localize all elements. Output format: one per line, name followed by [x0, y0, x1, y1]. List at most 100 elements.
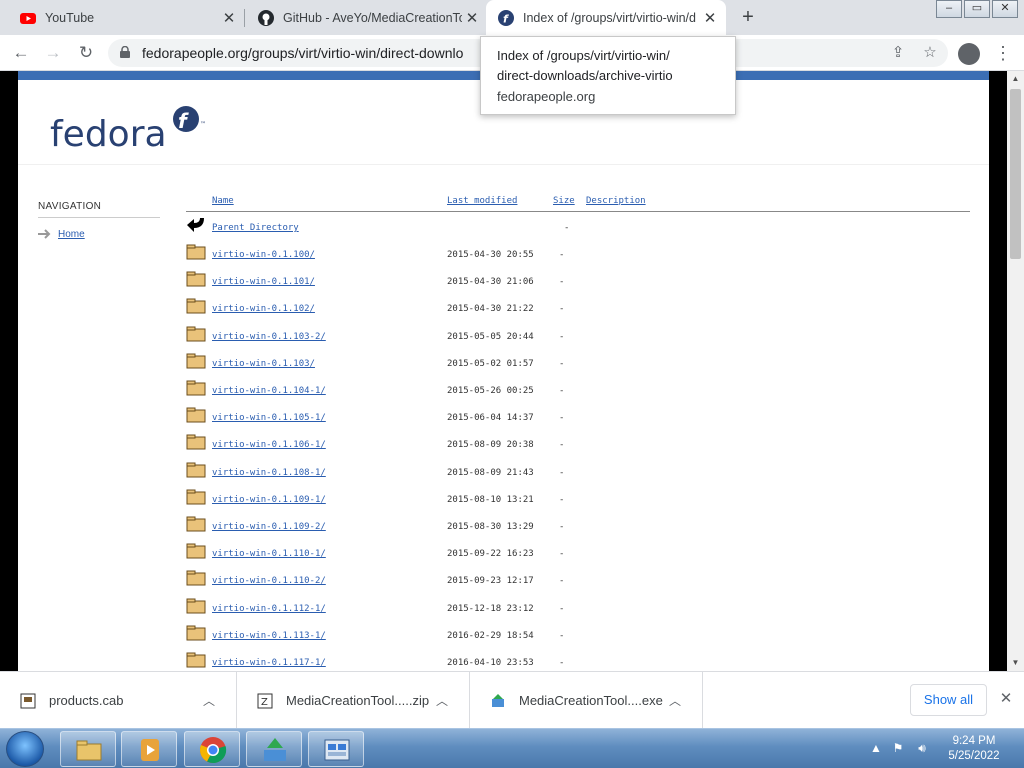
last-modified: 2015-06-04 14:37 — [447, 413, 534, 424]
taskbar-clock[interactable]: 9:24 PM 5/25/2022 — [934, 734, 1014, 764]
folder-icon — [186, 625, 206, 641]
column-last-modified[interactable]: Last modified — [447, 196, 517, 206]
folder-link[interactable]: virtio-win-0.1.105-1/ — [212, 413, 326, 423]
table-row: virtio-win-0.1.112-1/2015-12-18 23:12 - — [186, 597, 970, 624]
folder-link[interactable]: virtio-win-0.1.110-1/ — [212, 549, 326, 559]
last-modified: 2015-08-09 21:43 — [447, 467, 534, 478]
last-modified: 2015-05-26 00:25 — [447, 386, 534, 396]
folder-link[interactable]: virtio-win-0.1.110-2/ — [212, 576, 326, 586]
nav-item-home[interactable]: Home — [38, 228, 160, 240]
close-tab-icon[interactable]: ✕ — [700, 9, 720, 27]
close-window-button[interactable]: ✕ — [992, 0, 1018, 18]
chevron-up-icon[interactable]: ︿ — [433, 692, 451, 709]
url-text[interactable]: fedorapeople.org/groups/virt/virtio-win/… — [142, 45, 492, 61]
taskbar-explorer[interactable] — [60, 731, 116, 767]
folder-link[interactable]: virtio-win-0.1.101/ — [212, 277, 315, 287]
maximize-button[interactable]: ▭ — [964, 0, 990, 18]
taskbar-installer[interactable] — [246, 731, 302, 767]
close-tab-icon[interactable]: ✕ — [219, 9, 239, 27]
folder-icon — [186, 570, 206, 586]
vertical-scrollbar[interactable]: ▲ ▼ — [1007, 71, 1024, 671]
table-row: virtio-win-0.1.101/2015-04-30 21:06 - — [186, 270, 970, 297]
clock-date: 5/25/2022 — [948, 750, 1000, 762]
listing-header: Name Last modified Size Description — [186, 196, 970, 212]
folder-link[interactable]: virtio-win-0.1.109-1/ — [212, 495, 326, 505]
taskbar-control-panel[interactable] — [308, 731, 364, 767]
zip-file-icon: Z — [257, 693, 273, 708]
last-modified: 2015-08-10 13:21 — [447, 494, 534, 505]
file-size: - — [559, 304, 565, 315]
folder-link[interactable]: virtio-win-0.1.112-1/ — [212, 604, 326, 614]
taskbar-media-player[interactable] — [121, 731, 177, 767]
folder-icon — [186, 271, 206, 287]
taskbar-chrome[interactable] — [184, 731, 240, 767]
last-modified: 2015-12-18 23:12 — [447, 603, 534, 614]
lock-icon — [120, 46, 130, 58]
parent-size: - — [564, 223, 570, 233]
last-modified: 2015-04-30 21:22 — [447, 304, 534, 315]
tab-github[interactable]: GitHub - AveYo/MediaCreationTo ✕ — [238, 0, 488, 35]
folder-link[interactable]: virtio-win-0.1.102/ — [212, 304, 315, 314]
scrollbar-thumb[interactable] — [1010, 89, 1021, 259]
home-link[interactable]: Home — [58, 229, 85, 240]
folder-link[interactable]: virtio-win-0.1.103/ — [212, 359, 315, 369]
download-item-exe[interactable]: MediaCreationTool....exe ︿ — [470, 672, 703, 729]
file-size: - — [559, 522, 565, 532]
download-item-zip[interactable]: Z MediaCreationTool.....zip ︿ — [237, 672, 470, 729]
chevron-up-icon[interactable]: ︿ — [200, 692, 218, 709]
folder-icon — [186, 462, 206, 478]
volume-icon[interactable]: 🔊︎ — [914, 740, 930, 756]
show-all-button[interactable]: Show all — [910, 684, 987, 716]
download-filename: MediaCreationTool....exe — [519, 693, 663, 708]
reload-button[interactable]: ↻ — [74, 41, 98, 65]
media-player-icon — [141, 739, 159, 761]
tab-title: GitHub - AveYo/MediaCreationTo — [283, 10, 462, 25]
forward-button[interactable]: → — [41, 41, 65, 65]
svg-text:™: ™ — [200, 121, 206, 128]
last-modified: 2015-09-23 12:17 — [447, 576, 534, 587]
folder-link[interactable]: virtio-win-0.1.117-1/ — [212, 658, 326, 668]
table-row: virtio-win-0.1.110-1/2015-09-22 16:23 - — [186, 542, 970, 569]
profile-avatar-icon[interactable] — [958, 43, 980, 65]
tab-youtube[interactable]: YouTube ✕ — [0, 0, 245, 35]
scroll-down-icon[interactable]: ▼ — [1011, 658, 1020, 667]
tab-hover-tooltip: Index of /groups/virt/virtio-win/ direct… — [480, 36, 736, 115]
download-item-products-cab[interactable]: products.cab ︿ — [0, 672, 237, 729]
folder-link[interactable]: virtio-win-0.1.103-2/ — [212, 332, 326, 342]
folder-link[interactable]: virtio-win-0.1.108-1/ — [212, 468, 326, 478]
last-modified: 2015-04-30 20:55 — [447, 250, 534, 260]
download-bar: products.cab ︿ Z MediaCreationTool.....z… — [0, 671, 1024, 729]
folder-link[interactable]: virtio-win-0.1.109-2/ — [212, 522, 326, 532]
folder-icon — [186, 598, 206, 614]
navigation-heading: NAVIGATION — [38, 201, 160, 218]
last-modified: 2015-08-09 20:38 — [447, 440, 534, 451]
chevron-up-icon[interactable]: ︿ — [666, 692, 684, 709]
bookmark-star-icon[interactable]: ☆ — [920, 43, 940, 63]
close-tab-icon[interactable]: ✕ — [462, 9, 482, 27]
file-size: - — [559, 603, 565, 614]
column-size[interactable]: Size — [553, 196, 575, 206]
parent-directory-link[interactable]: Parent Directory — [212, 223, 299, 233]
minimize-button[interactable]: – — [936, 0, 962, 18]
fedora-logo[interactable]: fedora f ™ — [50, 106, 210, 171]
fedora-icon: f — [498, 9, 514, 26]
scroll-up-icon[interactable]: ▲ — [1011, 74, 1020, 83]
cab-file-icon — [20, 693, 36, 708]
folder-link[interactable]: virtio-win-0.1.113-1/ — [212, 631, 326, 641]
folder-link[interactable]: virtio-win-0.1.100/ — [212, 250, 315, 260]
back-button[interactable]: ← — [9, 41, 33, 65]
folder-link[interactable]: virtio-win-0.1.104-1/ — [212, 386, 326, 396]
start-button[interactable] — [6, 731, 44, 767]
close-download-bar-icon[interactable]: ✕ — [996, 689, 1016, 709]
share-icon[interactable]: ⇪ — [888, 43, 908, 63]
file-size: - — [559, 630, 565, 641]
folder-link[interactable]: virtio-win-0.1.106-1/ — [212, 440, 326, 450]
chrome-icon — [200, 737, 227, 764]
menu-icon[interactable]: ⋮ — [994, 41, 1012, 65]
show-hidden-icons-icon[interactable]: ▲ — [868, 740, 884, 756]
action-center-flag-icon[interactable]: ⚑ — [890, 740, 906, 756]
new-tab-button[interactable]: + — [736, 5, 760, 29]
column-description[interactable]: Description — [586, 196, 646, 206]
tab-fedora[interactable]: f Index of /groups/virt/virtio-win/d ✕ — [486, 0, 726, 35]
column-name[interactable]: Name — [212, 196, 234, 206]
